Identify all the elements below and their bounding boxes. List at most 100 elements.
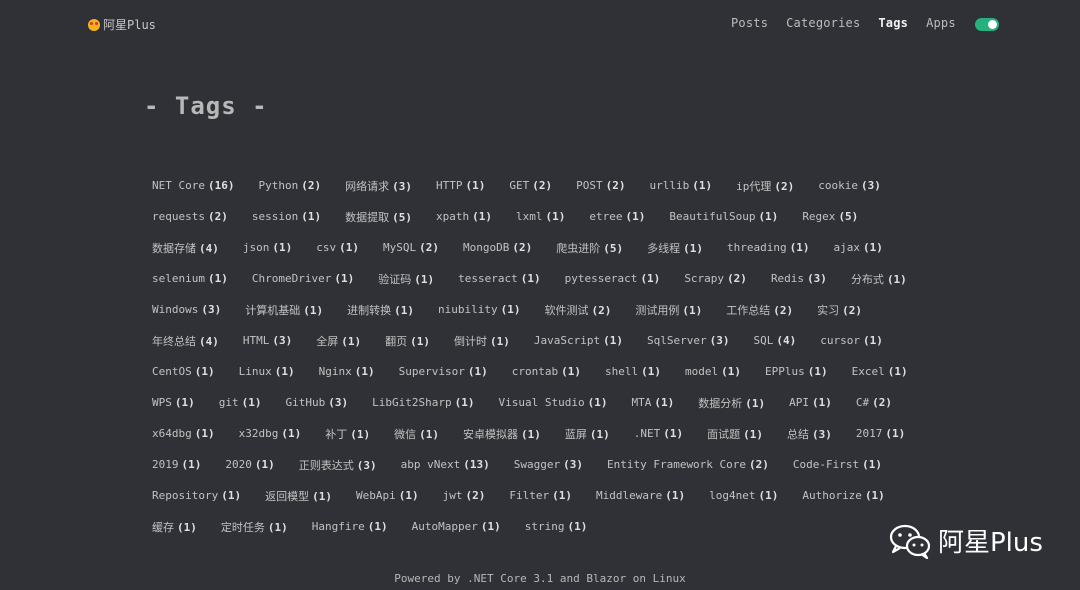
tag-link[interactable]: Redis (3) (771, 272, 827, 285)
tag-link[interactable]: AutoMapper (1) (412, 520, 501, 533)
tag-link[interactable]: 2019 (1) (152, 458, 201, 471)
tag-link[interactable]: Scrapy (2) (684, 272, 747, 285)
tag-link[interactable]: 分布式 (1) (851, 271, 907, 287)
tag-link[interactable]: 2020 (1) (225, 458, 274, 471)
nav-posts[interactable]: Posts (731, 16, 768, 30)
tag-link[interactable]: crontab (1) (512, 365, 581, 378)
tag-link[interactable]: cookie (3) (818, 179, 881, 192)
tag-link[interactable]: 总结 (3) (787, 426, 832, 442)
tag-link[interactable]: string (1) (525, 520, 588, 533)
tag-link[interactable]: HTML (3) (243, 334, 292, 347)
tag-link[interactable]: MongoDB (2) (463, 241, 532, 254)
tag-link[interactable]: ChromeDriver (1) (252, 272, 354, 285)
tag-link[interactable]: json (1) (243, 241, 292, 254)
tag-link[interactable]: threading (1) (727, 241, 809, 254)
tag-link[interactable]: Excel (1) (852, 365, 908, 378)
tag-link[interactable]: Supervisor (1) (399, 365, 488, 378)
tag-link[interactable]: GitHub (3) (286, 396, 349, 409)
tag-link[interactable]: Hangfire (1) (312, 520, 388, 533)
tag-link[interactable]: csv (1) (316, 241, 359, 254)
tag-link[interactable]: NET Core (16) (152, 179, 234, 192)
tag-link[interactable]: 实习 (2) (817, 302, 862, 318)
tag-link[interactable]: lxml (1) (516, 210, 565, 223)
tag-link[interactable]: LibGit2Sharp (1) (372, 396, 474, 409)
tag-link[interactable]: 网络请求 (3) (345, 178, 412, 194)
tag-link[interactable]: git (1) (219, 396, 262, 409)
tag-link[interactable]: EPPlus (1) (765, 365, 828, 378)
theme-toggle[interactable] (975, 18, 999, 31)
tag-link[interactable]: CentOS (1) (152, 365, 215, 378)
tag-link[interactable]: x64dbg (1) (152, 427, 215, 440)
tag-link[interactable]: Nginx (1) (319, 365, 375, 378)
tag-link[interactable]: Visual Studio (1) (498, 396, 607, 409)
tag-link[interactable]: Linux (1) (239, 365, 295, 378)
tag-link[interactable]: log4net (1) (709, 489, 778, 502)
tag-link[interactable]: HTTP (1) (436, 179, 485, 192)
tag-link[interactable]: cursor (1) (820, 334, 883, 347)
tag-link[interactable]: 数据提取 (5) (345, 209, 412, 225)
tag-link[interactable]: 蓝屏 (1) (565, 426, 610, 442)
tag-link[interactable]: ip代理 (2) (736, 178, 794, 194)
tag-link[interactable]: ajax (1) (833, 241, 882, 254)
tag-link[interactable]: 定时任务 (1) (221, 519, 288, 535)
tag-link[interactable]: C# (2) (856, 396, 892, 409)
tag-link[interactable]: WPS (1) (152, 396, 195, 409)
tag-link[interactable]: 面试题 (1) (707, 426, 763, 442)
brand-link[interactable]: 阿星Plus (88, 16, 156, 33)
tag-link[interactable]: 测试用例 (1) (635, 302, 702, 318)
tag-link[interactable]: 返回模型 (1) (265, 488, 332, 504)
tag-link[interactable]: urllib (1) (649, 179, 712, 192)
tag-link[interactable]: Filter (1) (509, 489, 572, 502)
tag-link[interactable]: niubility (1) (438, 303, 520, 316)
tag-link[interactable]: requests (2) (152, 210, 228, 223)
tag-link[interactable]: Regex (5) (802, 210, 858, 223)
nav-categories[interactable]: Categories (786, 16, 860, 30)
tag-link[interactable]: Authorize (1) (802, 489, 884, 502)
tag-link[interactable]: 年终总结 (4) (152, 333, 219, 349)
tag-link[interactable]: shell (1) (605, 365, 661, 378)
tag-link[interactable]: 2017 (1) (856, 427, 905, 440)
nav-tags[interactable]: Tags (878, 16, 908, 30)
tag-link[interactable]: pytesseract (1) (565, 272, 661, 285)
tag-link[interactable]: 正则表达式 (3) (299, 457, 377, 473)
tag-link[interactable]: 数据分析 (1) (698, 395, 765, 411)
tag-link[interactable]: MTA (1) (631, 396, 674, 409)
tag-link[interactable]: 补丁 (1) (325, 426, 370, 442)
tag-link[interactable]: Windows (3) (152, 303, 221, 316)
tag-link[interactable]: session (1) (252, 210, 321, 223)
tag-link[interactable]: 全屏 (1) (316, 333, 361, 349)
tag-link[interactable]: 工作总结 (2) (726, 302, 793, 318)
tag-link[interactable]: SQL (4) (753, 334, 796, 347)
tag-link[interactable]: 翻页 (1) (385, 333, 430, 349)
tag-link[interactable]: .NET (1) (634, 427, 683, 440)
tag-link[interactable]: JavaScript (1) (534, 334, 623, 347)
tag-link[interactable]: 计算机基础 (1) (245, 302, 323, 318)
tag-link[interactable]: WebApi (1) (356, 489, 419, 502)
tag-link[interactable]: Python (2) (258, 179, 321, 192)
tag-link[interactable]: API (1) (789, 396, 832, 409)
tag-link[interactable]: 进制转换 (1) (347, 302, 414, 318)
tag-link[interactable]: MySQL (2) (383, 241, 439, 254)
tag-link[interactable]: model (1) (685, 365, 741, 378)
nav-apps[interactable]: Apps (926, 16, 956, 30)
tag-link[interactable]: xpath (1) (436, 210, 492, 223)
tag-link[interactable]: Swagger (3) (514, 458, 583, 471)
tag-link[interactable]: Repository (1) (152, 489, 241, 502)
tag-link[interactable]: tesseract (1) (458, 272, 540, 285)
tag-link[interactable]: 爬虫进阶 (5) (556, 240, 623, 256)
tag-link[interactable]: 数据存储 (4) (152, 240, 219, 256)
tag-link[interactable]: Code-First (1) (793, 458, 882, 471)
tag-link[interactable]: Entity Framework Core (2) (607, 458, 769, 471)
tag-link[interactable]: selenium (1) (152, 272, 228, 285)
tag-link[interactable]: 微信 (1) (394, 426, 439, 442)
tag-link[interactable]: BeautifulSoup (1) (669, 210, 778, 223)
tag-link[interactable]: 倒计时 (1) (454, 333, 510, 349)
tag-link[interactable]: 软件测试 (2) (544, 302, 611, 318)
tag-link[interactable]: Middleware (1) (596, 489, 685, 502)
tag-link[interactable]: 安卓模拟器 (1) (463, 426, 541, 442)
tag-link[interactable]: POST (2) (576, 179, 625, 192)
tag-link[interactable]: abp vNext (13) (401, 458, 490, 471)
tag-link[interactable]: 多线程 (1) (647, 240, 703, 256)
tag-link[interactable]: etree (1) (589, 210, 645, 223)
tag-link[interactable]: SqlServer (3) (647, 334, 729, 347)
